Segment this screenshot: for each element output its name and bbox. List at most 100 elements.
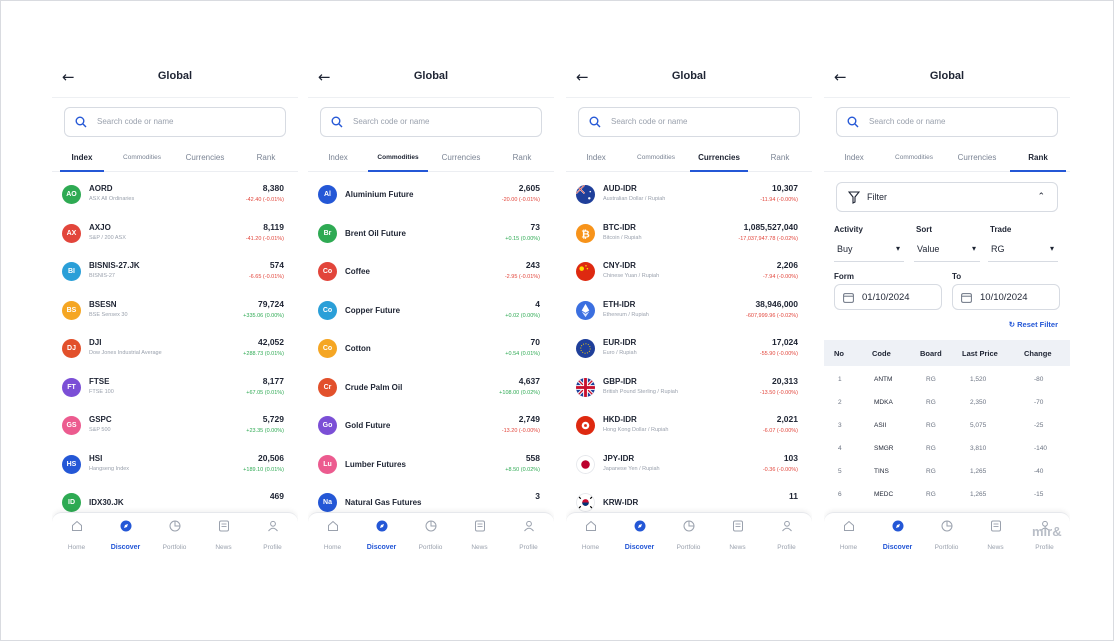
nav-home[interactable]: Home <box>824 519 873 554</box>
reset-filter-button[interactable]: ↻ Reset Filter <box>1009 320 1058 329</box>
nav-news[interactable]: News <box>971 519 1020 554</box>
list-item[interactable]: BS BSESN BSE Sensex 30 79,724 +335.06 (0.00%… <box>52 292 298 330</box>
search-input[interactable]: Search code or name <box>836 107 1058 137</box>
nav-portfolio[interactable]: Portfolio <box>664 519 713 554</box>
table-row[interactable]: 5 TINS RG 1,265 -40 <box>824 462 1070 484</box>
table-row[interactable]: 3 ASII RG 5,075 -25 <box>824 416 1070 438</box>
table-row[interactable]: 6 MEDC RG 1,265 -15 <box>824 485 1070 507</box>
list-item[interactable]: AO AORD ASX All Ordinaries 8,380 -42.40 (-0.… <box>52 176 298 214</box>
tab-currencies[interactable]: Currencies <box>180 153 230 162</box>
list-item[interactable]: FT FTSE FTSE 100 8,177 +67.05 (0.01%) <box>52 369 298 407</box>
list-item[interactable]: AX AXJO S&P / 200 ASX 8,119 -41.20 (-0.01%) <box>52 215 298 253</box>
tab-index[interactable]: Index <box>64 153 100 162</box>
last-price: 20,506 <box>258 452 284 463</box>
tab-currencies[interactable]: Currencies <box>694 153 744 162</box>
col-change: Change <box>1024 349 1052 358</box>
search-input[interactable]: Search code or name <box>320 107 542 137</box>
compass-icon <box>873 519 922 533</box>
tab-rank[interactable]: Rank <box>1020 153 1056 162</box>
activity-select[interactable]: Buy ▾ <box>834 238 904 262</box>
list-item[interactable]: BI BISNIS-27.JK BISNIS-27 574 -6.65 (-0.01%) <box>52 253 298 291</box>
nav-discover[interactable]: Discover <box>615 519 664 554</box>
tab-currencies[interactable]: Currencies <box>952 153 1002 162</box>
nav-portfolio[interactable]: Portfolio <box>150 519 199 554</box>
list-item[interactable]: Al Aluminium Future 2,605 -20.00 (-0.01%) <box>308 176 554 214</box>
commodity-name: Cotton <box>345 344 371 353</box>
search-input[interactable]: Search code or name <box>64 107 286 137</box>
tab-rank[interactable]: Rank <box>248 153 284 162</box>
profile-icon <box>248 519 297 533</box>
last-price: 42,052 <box>258 337 284 347</box>
list-item[interactable]: Cr Crude Palm Oil 4,637 +108.00 (0.02%) <box>308 369 554 407</box>
tab-index[interactable]: Index <box>836 153 872 162</box>
tab-rank[interactable]: Rank <box>504 153 540 162</box>
search-placeholder: Search code or name <box>353 117 430 126</box>
list-item[interactable]: ETH-IDR Ethereum / Rupiah 38,946,000 -607,9… <box>566 292 812 330</box>
table-row[interactable]: 2 MDKA RG 2,350 -70 <box>824 393 1070 415</box>
ticker-avatar: DJ <box>62 339 81 358</box>
list-item[interactable]: Co Copper Future 4 +0.02 (0.00%) <box>308 292 554 330</box>
tab-currencies[interactable]: Currencies <box>436 153 486 162</box>
table-row[interactable]: 4 SMGR RG 3,810 -140 <box>824 439 1070 461</box>
list-item[interactable]: JPY-IDR Japanese Yen / Rupiah 103 -0.36 (-0… <box>566 446 812 484</box>
list-item[interactable]: EUR-IDR Euro / Rupiah 17,024 -55.90 (-0.00%… <box>566 330 812 368</box>
from-date-field[interactable]: 01/10/2024 <box>834 284 942 310</box>
price-change: -17,037,947.78 (-0.02%) <box>738 235 798 242</box>
list-item[interactable]: Co Cotton 70 +0.54 (0.01%) <box>308 330 554 368</box>
tab-commodities[interactable]: Commodities <box>630 154 682 161</box>
tab-commodities[interactable]: Commodities <box>888 154 940 161</box>
ticker-code: BSESN <box>89 299 117 309</box>
nav-profile[interactable]: Profile <box>504 519 553 554</box>
chevron-down-icon: ▾ <box>971 244 976 253</box>
list-item[interactable]: DJ DJI Dow Jones Industrial Average 42,052 +… <box>52 330 298 368</box>
list-item[interactable]: GS GSPC S&P 500 5,729 +23.35 (0.00%) <box>52 407 298 445</box>
tab-rank[interactable]: Rank <box>762 153 798 162</box>
trade-select[interactable]: RG ▾ <box>988 238 1058 262</box>
list-item[interactable]: Co Coffee 243 -2.95 (-0.01%) <box>308 253 554 291</box>
list-item[interactable]: AUD-IDR Australian Dollar / Rupiah 10,307 -… <box>566 176 812 214</box>
nav-home[interactable]: Home <box>566 519 615 554</box>
nav-news[interactable]: News <box>713 519 762 554</box>
nav-discover[interactable]: Discover <box>357 519 406 554</box>
price-change: +0.15 (0.00%) <box>505 235 540 242</box>
list-item[interactable]: GBP-IDR British Pound Sterling / Rupiah 20… <box>566 369 812 407</box>
list-item[interactable]: Lu Lumber Futures 558 +8.50 (0.02%) <box>308 446 554 484</box>
list-item[interactable]: CNY-IDR Chinese Yuan / Rupiah 2,206 -7.94 (… <box>566 253 812 291</box>
list-item[interactable]: Br Brent Oil Future 73 +0.15 (0.00%) <box>308 215 554 253</box>
watermark: mir& <box>1032 524 1062 539</box>
list-item[interactable]: Go Gold Future 2,749 -13.20 (-0.00%) <box>308 407 554 445</box>
filter-toggle[interactable]: Filter ⌃ <box>836 182 1058 212</box>
nav-home[interactable]: Home <box>308 519 357 554</box>
to-date-field[interactable]: 10/10/2024 <box>952 284 1060 310</box>
nav-profile[interactable]: Profile <box>248 519 297 554</box>
list-item[interactable]: ₿ BTC-IDR Bitcoin / Rupiah 1,085,527,040 -17… <box>566 215 812 253</box>
nav-discover[interactable]: Discover <box>873 519 922 554</box>
tab-commodities[interactable]: Commodities <box>116 154 168 161</box>
home-icon <box>52 519 101 533</box>
active-tab-indicator <box>60 170 104 172</box>
pie-chart-icon <box>150 519 199 533</box>
cell-board: RG <box>926 399 936 406</box>
nav-news[interactable]: News <box>199 519 248 554</box>
tab-commodities[interactable]: Commodities <box>372 154 424 161</box>
search-icon <box>589 116 601 128</box>
list-item[interactable]: HKD-IDR Hong Kong Dollar / Rupiah 2,021 -6.… <box>566 407 812 445</box>
nav-home[interactable]: Home <box>52 519 101 554</box>
cell-change: -80 <box>1034 376 1044 383</box>
table-row[interactable]: 1 ANTM RG 1,520 -80 <box>824 370 1070 392</box>
nav-discover[interactable]: Discover <box>101 519 150 554</box>
screen-rank: ← Global Search code or name Index Commo… <box>824 60 1070 560</box>
last-price: 20,313 <box>772 375 798 386</box>
sort-value: Value <box>917 244 940 254</box>
sort-label: Sort <box>916 225 932 234</box>
sort-select[interactable]: Value ▾ <box>914 238 980 262</box>
tab-index[interactable]: Index <box>320 153 356 162</box>
search-input[interactable]: Search code or name <box>578 107 800 137</box>
nav-news[interactable]: News <box>455 519 504 554</box>
list-item[interactable]: HS HSI Hangseng Index 20,506 +189.10 (0.01%) <box>52 446 298 484</box>
nav-portfolio[interactable]: Portfolio <box>406 519 455 554</box>
to-date-value: 10/10/2024 <box>980 292 1028 303</box>
nav-profile[interactable]: Profile <box>762 519 811 554</box>
tab-index[interactable]: Index <box>578 153 614 162</box>
nav-portfolio[interactable]: Portfolio <box>922 519 971 554</box>
